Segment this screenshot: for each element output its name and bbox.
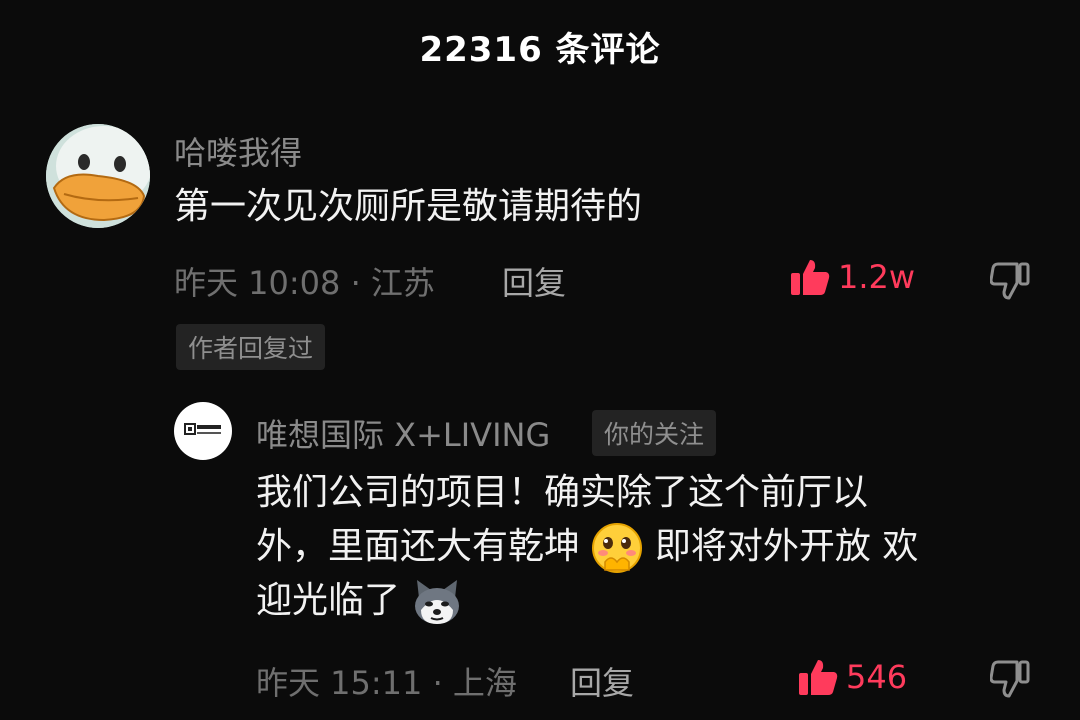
husky-dog-emoji-icon (415, 580, 460, 624)
dislike-button[interactable] (989, 660, 1030, 702)
comment-text: 第一次见次厕所是敬请期待的 (174, 186, 643, 227)
dislike-button[interactable] (989, 262, 1030, 304)
comment-text: 我们公司的项目！确实除了这个前厅以 外，里面还大有乾坤 即将对外开放 欢 迎光临… (256, 466, 1056, 628)
thumbs-down-icon (989, 660, 1030, 698)
reply-button[interactable]: 回复 (502, 258, 566, 304)
author-replied-tag: 作者回复过 (176, 324, 326, 370)
avatar[interactable] (46, 124, 150, 228)
like-button[interactable]: 1.2w (790, 258, 915, 296)
comment-text-line: 我们公司的项目！确实除了这个前厅以 (256, 472, 869, 513)
comment-meta: 昨天 15:11 · 上海 (256, 658, 517, 704)
comment-location: 上海 (452, 664, 517, 702)
username[interactable]: 哈喽我得 (174, 128, 302, 174)
thumbs-down-icon (989, 262, 1030, 300)
like-button[interactable]: 546 (798, 658, 907, 696)
reply-button[interactable]: 回复 (570, 658, 634, 704)
comments-count-title: 22316 条评论 (419, 30, 661, 70)
company-logo-icon (184, 423, 221, 435)
comment-location: 江苏 (370, 264, 435, 302)
thumbs-up-icon (791, 260, 830, 295)
comment-time: 昨天 15:11 · (256, 664, 443, 702)
like-count: 1.2w (838, 258, 916, 296)
comment-meta: 昨天 10:08 · 江苏 (174, 258, 435, 304)
thumbs-up-icon (799, 660, 838, 695)
avatar[interactable] (174, 402, 232, 460)
following-tag: 你的关注 (592, 410, 717, 456)
username[interactable]: 唯想国际 X+LIVING (256, 410, 550, 456)
like-count: 546 (846, 658, 908, 696)
comment-text-line: 迎光临了 (256, 574, 1056, 628)
comment-time: 昨天 10:08 · (174, 264, 361, 302)
blushing-pleading-emoji-icon (592, 523, 643, 573)
duck-avatar-icon (46, 124, 150, 228)
comment-text-line: 外，里面还大有乾坤 即将对外开放 欢 (256, 520, 1056, 574)
